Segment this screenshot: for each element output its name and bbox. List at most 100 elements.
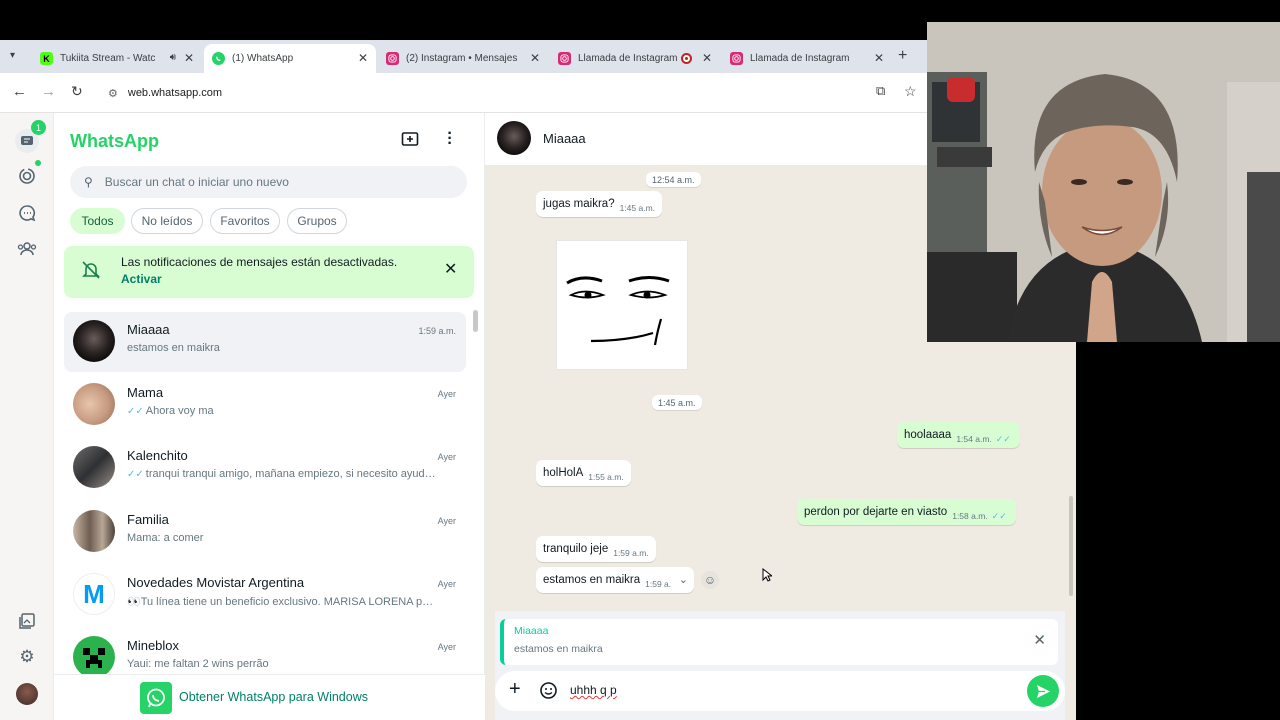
search-icon: ⚲ — [84, 175, 93, 189]
settings-gear-icon[interactable]: ⚙ — [16, 646, 38, 668]
whatsapp-icon — [212, 52, 225, 65]
nav-rail: 1 ⚙ — [0, 113, 54, 720]
get-windows-app-banner: Obtener WhatsApp para Windows — [54, 674, 485, 720]
site-info-icon[interactable]: ⚙ — [108, 87, 118, 100]
close-tab-icon[interactable]: ✕ — [702, 51, 712, 65]
bookmark-star-icon[interactable]: ☆ — [904, 83, 917, 100]
filter-todos[interactable]: Todos — [70, 208, 125, 234]
close-tab-icon[interactable]: ✕ — [530, 51, 540, 65]
instagram-icon — [558, 52, 571, 65]
browser-window: ▾ K Tukiita Stream - Watc 🔊︎ ✕ (1) Whats… — [0, 40, 1076, 720]
address-bar: ← → ↻ ⚙ web.whatsapp.com ⧉ ☆ — [0, 73, 1076, 113]
get-windows-app-link[interactable]: Obtener WhatsApp para Windows — [179, 690, 368, 704]
tab-kick[interactable]: K Tukiita Stream - Watc 🔊︎ ✕ — [32, 44, 202, 73]
mouse-cursor-icon — [762, 567, 774, 587]
chat-item-kalenchito[interactable]: Kalenchito Ayer ✓✓ tranqui tranqui amigo,… — [64, 438, 466, 498]
chat-list-panel: WhatsApp · · · ⚲ Buscar un chat o iniciar … — [54, 113, 485, 720]
avatar — [73, 320, 115, 362]
close-tab-icon[interactable]: ✕ — [358, 51, 368, 65]
message-input[interactable]: uhhh q p — [570, 683, 617, 697]
webcam-person-image — [927, 22, 1280, 342]
webcam-overlay — [927, 22, 1280, 342]
quoted-author: Miaaaa — [514, 625, 549, 637]
tab-strip: ▾ K Tukiita Stream - Watc 🔊︎ ✕ (1) Whats… — [0, 40, 1076, 73]
search-input[interactable]: ⚲ Buscar un chat o iniciar uno nuevo — [70, 166, 467, 198]
date-chip: 12:54 a.m. — [646, 172, 701, 187]
message-in-hovered[interactable]: estamos en maikra 1:59 a. ⌄ — [536, 567, 694, 593]
recording-icon — [681, 53, 692, 64]
creeper-avatar — [73, 636, 115, 674]
chat-item-movistar[interactable]: M Novedades Movistar Argentina Ayer 👀Tu … — [64, 565, 466, 625]
message-out[interactable]: perdon por dejarte en viasto 1:58 a.m. ✓… — [797, 499, 1016, 525]
tab-whatsapp[interactable]: (1) WhatsApp ✕ — [204, 44, 376, 73]
install-app-icon[interactable]: ⧉ — [876, 83, 885, 99]
close-icon[interactable]: ✕ — [444, 259, 457, 279]
profile-avatar[interactable] — [16, 683, 38, 705]
channels-icon[interactable] — [16, 202, 38, 224]
menu-kebab-icon[interactable]: · · · — [447, 126, 453, 152]
tab-instagram-call[interactable]: Llamada de Instagram ✕ — [550, 44, 720, 73]
filter-grupos[interactable]: Grupos — [287, 208, 347, 234]
communities-icon[interactable] — [16, 238, 38, 260]
avatar — [73, 446, 115, 488]
message-out[interactable]: hoolaaaa 1:54 a.m. ✓✓ — [897, 422, 1020, 448]
whatsapp-logo-icon — [140, 682, 172, 714]
chat-item-miaaaa[interactable]: Miaaaa 1:59 a.m. estamos en maikra — [64, 312, 466, 372]
status-dot — [35, 160, 41, 166]
scrollbar-thumb[interactable] — [473, 310, 478, 332]
notice-text: Las notificaciones de mensajes están des… — [121, 255, 398, 269]
message-in[interactable]: holHolA 1:55 a.m. — [536, 460, 631, 486]
tab-instagram-messages[interactable]: (2) Instagram • Mensajes ✕ — [378, 44, 548, 73]
chevron-down-icon[interactable]: ⌄ — [674, 573, 688, 586]
close-tab-icon[interactable]: ✕ — [874, 51, 884, 65]
contact-name: Miaaaa — [543, 131, 586, 146]
message-composer: + uhhh q p — [495, 671, 1065, 711]
chat-item-familia[interactable]: Familia Ayer Mama: a comer — [64, 502, 466, 562]
send-icon — [1036, 684, 1050, 698]
forward-icon[interactable]: → — [41, 83, 56, 100]
avatar — [73, 383, 115, 425]
bell-off-icon — [80, 259, 102, 286]
activate-link[interactable]: Activar — [121, 272, 162, 286]
sticker-icon[interactable] — [539, 681, 558, 705]
chat-item-mama[interactable]: Mama Ayer ✓✓ Ahora voy ma — [64, 375, 466, 435]
conversation-scrollbar[interactable] — [1069, 496, 1073, 596]
movistar-logo-icon: M — [73, 573, 115, 615]
new-tab-icon[interactable]: + — [898, 47, 907, 65]
filter-no-leidos[interactable]: No leídos — [131, 208, 203, 234]
quoted-message: Miaaaa estamos en maikra ✕ — [500, 619, 1058, 665]
url-field[interactable]: ⚙ web.whatsapp.com — [100, 78, 926, 108]
quoted-text: estamos en maikra — [514, 643, 603, 655]
app-title: WhatsApp — [70, 131, 159, 151]
whatsapp-app: 1 ⚙ WhatsApp · · · ⚲ Buscar un chat o in… — [0, 113, 1076, 720]
filter-favoritos[interactable]: Favoritos — [210, 208, 280, 234]
attach-plus-icon[interactable]: + — [509, 679, 521, 699]
send-button[interactable] — [1027, 675, 1059, 707]
reply-area: Miaaaa estamos en maikra ✕ + uhhh q p — [495, 611, 1065, 720]
instagram-icon — [730, 52, 743, 65]
close-tab-icon[interactable]: ✕ — [184, 51, 194, 65]
contact-avatar[interactable] — [497, 121, 531, 155]
instagram-icon — [386, 52, 399, 65]
notifications-banner: Las notificaciones de mensajes están des… — [64, 246, 474, 298]
cancel-reply-icon[interactable]: ✕ — [1033, 631, 1046, 649]
media-icon[interactable] — [16, 610, 38, 632]
meme-face-image[interactable] — [556, 240, 688, 370]
date-chip: 1:45 a.m. — [652, 395, 702, 410]
status-icon[interactable] — [16, 165, 38, 187]
double-check-icon: ✓✓ — [991, 510, 1007, 521]
chat-preview: estamos en maikra — [127, 342, 220, 354]
tab-instagram-call-2[interactable]: Llamada de Instagram ✕ — [722, 44, 892, 73]
new-chat-icon[interactable] — [401, 130, 419, 153]
back-icon[interactable]: ← — [12, 83, 27, 100]
tab-search-icon[interactable]: ▾ — [10, 50, 15, 61]
double-check-icon: ✓✓ — [127, 406, 144, 417]
kick-icon: K — [40, 52, 53, 65]
chat-item-mineblox[interactable]: Mineblox Ayer Yaui: me faltan 2 wins per… — [64, 628, 466, 674]
reload-icon[interactable]: ↻ — [71, 83, 83, 100]
message-in[interactable]: jugas maikra? 1:45 a.m. — [536, 191, 663, 217]
speaker-icon[interactable]: 🔊︎ — [170, 52, 176, 63]
message-in[interactable]: tranquilo jeje 1:59 a.m. — [536, 536, 656, 562]
double-check-icon: ✓✓ — [127, 469, 144, 480]
react-emoji-icon[interactable]: ☺ — [701, 571, 719, 589]
